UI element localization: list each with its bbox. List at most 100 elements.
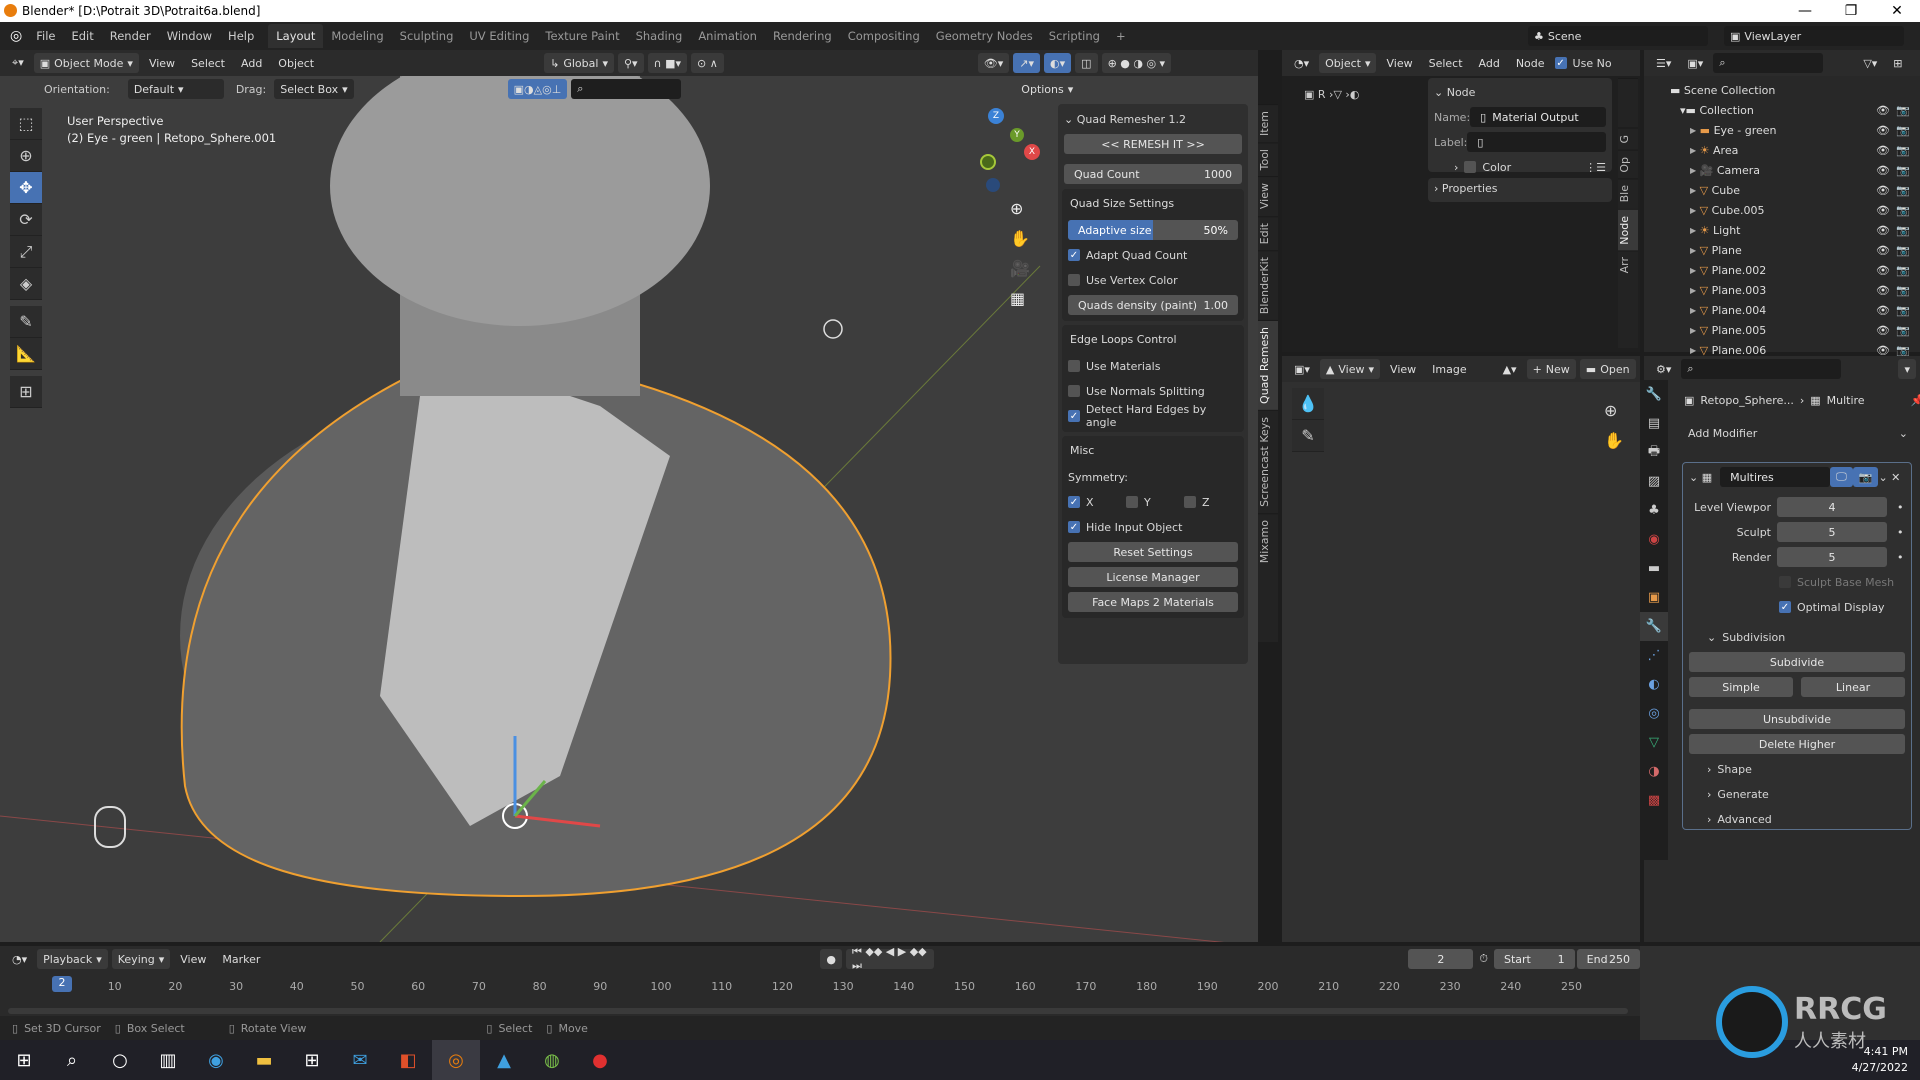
tab-screencast-keys[interactable]: Screencast Keys bbox=[1258, 410, 1278, 513]
tab-g[interactable]: G bbox=[1618, 128, 1638, 150]
menu-view[interactable]: View bbox=[1384, 359, 1422, 379]
add-modifier-dropdown[interactable]: Add Modifier ⌄ bbox=[1684, 422, 1912, 444]
chevron-down-icon[interactable]: ⌄ bbox=[1878, 471, 1887, 484]
pivot-dropdown[interactable]: ⚲▾ bbox=[617, 53, 644, 73]
new-image-button[interactable]: + New bbox=[1526, 359, 1576, 379]
tab-rendering[interactable]: Rendering bbox=[765, 24, 840, 48]
tab-blenderkit[interactable]: BlenderKit bbox=[1258, 249, 1278, 321]
sculpt-base-mesh-checkbox[interactable]: Sculpt Base Mesh bbox=[1689, 571, 1905, 593]
texture-tab-icon[interactable]: ▩ bbox=[1640, 786, 1668, 815]
render-tab-icon[interactable]: ▤ bbox=[1640, 409, 1668, 438]
gizmo-y[interactable]: Y bbox=[1010, 128, 1024, 142]
transform-tool[interactable]: ◈ bbox=[10, 268, 42, 300]
move-tool[interactable]: ✥ bbox=[10, 172, 42, 204]
menu-file[interactable]: File bbox=[28, 29, 63, 43]
camera-render-icon[interactable]: 📷 bbox=[1896, 284, 1910, 297]
proportional-edit-toggle[interactable]: ⊙ ∧ bbox=[691, 53, 724, 73]
tab-mixamo[interactable]: Mixamo bbox=[1258, 512, 1278, 570]
auto-keying-toggle[interactable]: ● bbox=[820, 949, 842, 969]
image-browse-icon[interactable]: ▲▾ bbox=[1497, 359, 1523, 379]
annotate-tool[interactable]: ✎ bbox=[10, 306, 42, 338]
tab-tool[interactable]: Tool bbox=[1258, 142, 1278, 177]
eye-icon[interactable]: 👁 bbox=[1876, 344, 1890, 357]
camera-render-icon[interactable]: 📷 bbox=[1896, 264, 1910, 277]
eye-icon[interactable]: 👁 bbox=[1876, 304, 1890, 317]
add-workspace-button[interactable]: + bbox=[1108, 24, 1134, 48]
remesh-button[interactable]: << REMESH IT >> bbox=[1064, 134, 1242, 154]
file-explorer-icon[interactable]: ▬ bbox=[240, 1040, 288, 1080]
end-frame-field[interactable]: End 250 bbox=[1576, 949, 1640, 969]
editor-type-icon[interactable]: ▣▾ bbox=[1288, 359, 1316, 379]
ortho-toggle-icon[interactable]: ▦ bbox=[1010, 284, 1030, 314]
select-mode-buttons[interactable]: ▣◑◬◎⊥ bbox=[507, 79, 568, 99]
app-icon[interactable]: ◍ bbox=[528, 1040, 576, 1080]
playback-menu[interactable]: Playback ▾ bbox=[37, 949, 108, 969]
collapse-icon[interactable]: ⌄ bbox=[1689, 471, 1698, 484]
sample-tool[interactable]: 💧 bbox=[1292, 388, 1324, 420]
tab-op[interactable]: Op bbox=[1618, 149, 1638, 179]
options-dropdown[interactable]: ▾ bbox=[1898, 359, 1916, 379]
menu-render[interactable]: Render bbox=[102, 29, 159, 43]
menu-help[interactable]: Help bbox=[220, 29, 262, 43]
scene-tab-icon[interactable]: ♣ bbox=[1640, 496, 1668, 525]
camera-render-icon[interactable]: 📷 bbox=[1896, 104, 1910, 117]
tab-node[interactable]: Node bbox=[1618, 208, 1638, 251]
optimal-display-checkbox[interactable]: ✓ Optimal Display bbox=[1689, 596, 1905, 618]
visibility-dropdown[interactable]: 👁▾ bbox=[977, 53, 1010, 73]
annotate-tool[interactable]: ✎ bbox=[1292, 420, 1324, 452]
tab-compositing[interactable]: Compositing bbox=[840, 24, 928, 48]
camera-render-icon[interactable]: 📷 bbox=[1896, 224, 1910, 237]
orientation-dropdown[interactable]: Default ▾ bbox=[127, 79, 224, 99]
camera-render-icon[interactable]: 📷 bbox=[1896, 244, 1910, 257]
advanced-subpanel[interactable]: › Advanced bbox=[1689, 808, 1905, 830]
xray-toggle[interactable]: ◫ bbox=[1075, 53, 1098, 73]
expand-arrow-icon[interactable]: ▶ bbox=[1690, 186, 1696, 195]
current-frame-field[interactable]: 2 bbox=[1408, 949, 1474, 969]
expand-arrow-icon[interactable]: ▶ bbox=[1690, 226, 1696, 235]
generate-subpanel[interactable]: › Generate bbox=[1689, 783, 1905, 805]
outliner-item[interactable]: ▶ ▽ Plane.002 👁 📷 bbox=[1670, 260, 1920, 280]
use-vertex-color-checkbox[interactable]: Use Vertex Color bbox=[1068, 269, 1238, 291]
outliner-item[interactable]: ▶ ▽ Plane.005 👁 📷 bbox=[1670, 320, 1920, 340]
expand-arrow-icon[interactable]: ▶ bbox=[1690, 286, 1696, 295]
camera-render-icon[interactable]: 📷 bbox=[1896, 344, 1910, 357]
search-icon[interactable]: ⌕ bbox=[48, 1040, 96, 1080]
scale-tool[interactable]: ⤢ bbox=[10, 236, 42, 268]
tab-modeling[interactable]: Modeling bbox=[323, 24, 391, 48]
office-icon[interactable]: ◧ bbox=[384, 1040, 432, 1080]
particles-tab-icon[interactable]: ⋰ bbox=[1640, 641, 1668, 670]
transform-orientation-dropdown[interactable]: ↳ Global ▾ bbox=[544, 53, 614, 73]
view-mode-dropdown[interactable]: ▲ View ▾ bbox=[1319, 359, 1381, 379]
mode-dropdown[interactable]: ▣ Object Mode ▾ bbox=[33, 53, 139, 73]
unsubdivide-button[interactable]: Unsubdivide bbox=[1689, 709, 1905, 729]
menu-add[interactable]: Add bbox=[1473, 53, 1506, 73]
hide-input-object-checkbox[interactable]: ✓ Hide Input Object bbox=[1068, 516, 1238, 538]
minimize-button[interactable]: — bbox=[1782, 0, 1828, 22]
stopwatch-icon[interactable]: ⏱ bbox=[1479, 952, 1488, 966]
simple-button[interactable]: Simple bbox=[1689, 677, 1793, 697]
linear-button[interactable]: Linear bbox=[1801, 677, 1905, 697]
edge-icon[interactable]: ◉ bbox=[192, 1040, 240, 1080]
windows-start-icon[interactable]: ⊞ bbox=[0, 1040, 48, 1080]
camera-render-icon[interactable]: 📷 bbox=[1896, 324, 1910, 337]
zoom-view-icon[interactable]: ⊕ bbox=[1010, 194, 1030, 224]
gizmo-toggle[interactable]: ↗▾ bbox=[1013, 53, 1041, 73]
use-materials-checkbox[interactable]: Use Materials bbox=[1068, 355, 1238, 377]
menu-select[interactable]: Select bbox=[185, 53, 231, 73]
expand-arrow-icon[interactable]: ▶ bbox=[1690, 146, 1696, 155]
navigation-gizmo[interactable]: Z Y X bbox=[980, 106, 1060, 192]
menu-select[interactable]: Select bbox=[1423, 53, 1469, 73]
detect-hard-edges-checkbox[interactable]: ✓ Detect Hard Edges by angle bbox=[1068, 403, 1238, 429]
maximize-button[interactable]: ❐ bbox=[1828, 0, 1874, 22]
symmetry-x-checkbox[interactable]: ✓ X bbox=[1068, 496, 1126, 509]
eye-icon[interactable]: 👁 bbox=[1876, 264, 1890, 277]
shader-type-dropdown[interactable]: Object ▾ bbox=[1319, 53, 1377, 73]
node-label-field[interactable]: ▯ bbox=[1467, 132, 1606, 152]
menu-marker[interactable]: Marker bbox=[216, 949, 266, 969]
system-clock[interactable]: 4:41 PM 4/27/2022 bbox=[1852, 1044, 1908, 1076]
eye-icon[interactable]: 👁 bbox=[1876, 244, 1890, 257]
shading-modes[interactable]: ⊕ ● ◑ ◎ ▾ bbox=[1101, 53, 1172, 73]
eye-icon[interactable]: 👁 bbox=[1876, 204, 1890, 217]
menu-object[interactable]: Object bbox=[272, 53, 320, 73]
properties-subpanel[interactable]: › Properties bbox=[1428, 178, 1612, 202]
